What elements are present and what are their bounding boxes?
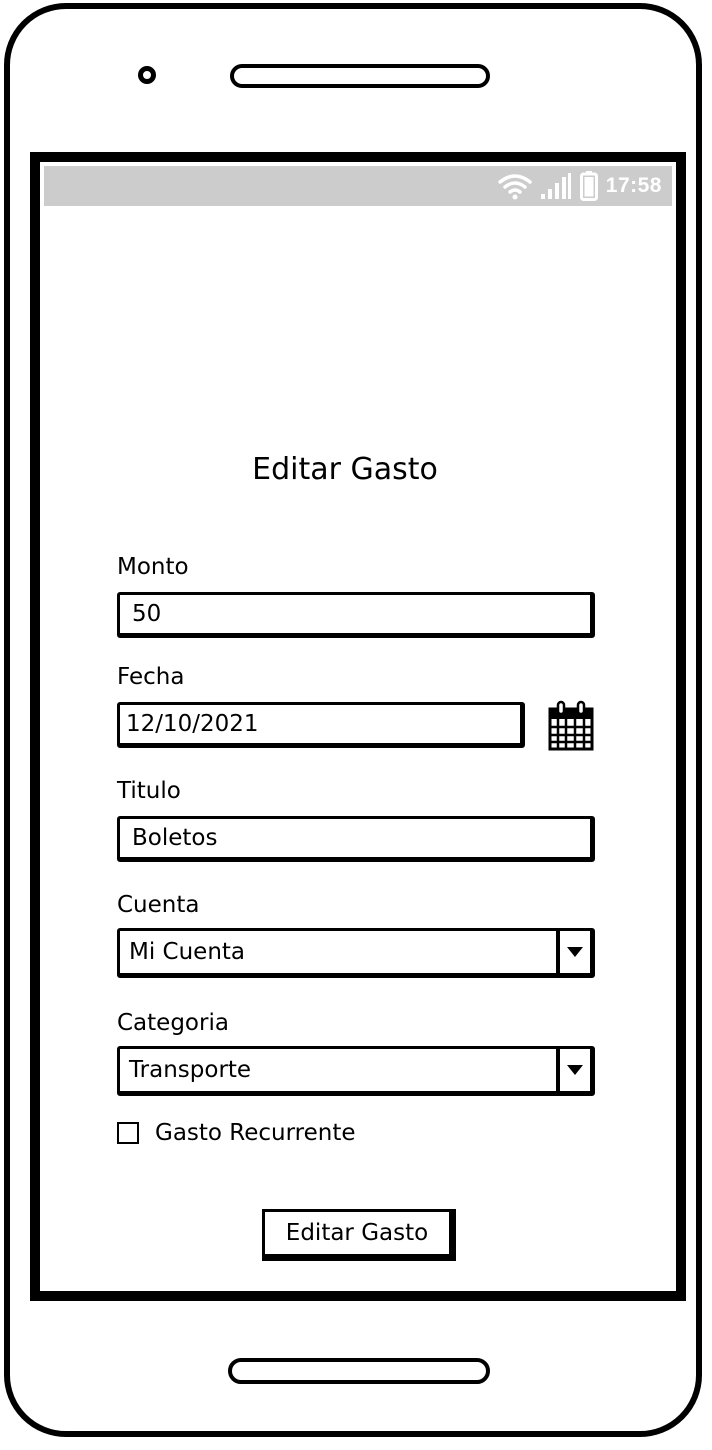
fecha-input[interactable]: 12/10/2021 <box>117 702 525 748</box>
titulo-label: Titulo <box>117 778 181 804</box>
recurrente-label: Gasto Recurrente <box>155 1120 356 1146</box>
recurrente-checkbox[interactable] <box>117 1122 139 1144</box>
fecha-label: Fecha <box>117 664 185 690</box>
editar-gasto-button[interactable]: Editar Gasto <box>262 1209 456 1261</box>
status-icons: 17:58 <box>498 166 662 206</box>
cuenta-label: Cuenta <box>117 892 200 918</box>
cuenta-select[interactable]: Mi Cuenta <box>117 928 595 978</box>
battery-icon <box>579 171 598 201</box>
wifi-icon <box>498 172 532 200</box>
recurrente-row[interactable]: Gasto Recurrente <box>117 1120 356 1146</box>
monto-label: Monto <box>117 554 189 580</box>
status-time: 17:58 <box>605 174 662 197</box>
page-title: Editar Gasto <box>252 452 438 487</box>
monto-input[interactable]: 50 <box>117 592 595 638</box>
chevron-down-icon[interactable] <box>556 931 590 973</box>
signal-icon <box>540 172 572 200</box>
status-bar: 17:58 <box>44 166 672 206</box>
cuenta-select-value: Mi Cuenta <box>129 939 246 965</box>
camera-icon <box>138 66 156 84</box>
phone-mockup: 17:58 Editar Gasto Monto 50 Fecha 12/10/… <box>0 0 712 1450</box>
speaker-top <box>230 64 490 88</box>
calendar-icon[interactable] <box>547 700 595 752</box>
titulo-input[interactable]: Boletos <box>117 816 595 862</box>
categoria-select[interactable]: Transporte <box>117 1046 595 1096</box>
home-speaker-bottom <box>228 1358 490 1384</box>
categoria-select-value: Transporte <box>129 1057 252 1083</box>
categoria-label: Categoria <box>117 1010 229 1036</box>
chevron-down-icon[interactable] <box>556 1049 590 1091</box>
